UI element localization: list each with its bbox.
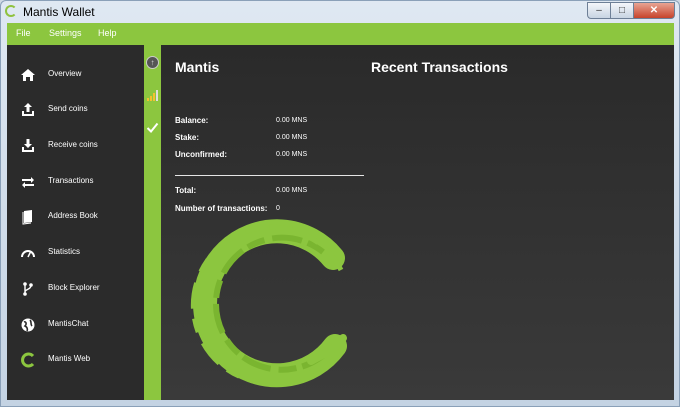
minimize-button[interactable]: – (587, 2, 611, 19)
sync-check-icon[interactable] (146, 121, 159, 134)
mantis-ring-icon (20, 352, 36, 368)
unconfirmed-value: 0.00 MNS (276, 151, 308, 158)
wallet-title: Mantis (175, 59, 220, 75)
sidebar-item-label: Block Explorer (48, 283, 100, 292)
menu-bar: File Settings Help (7, 23, 674, 45)
title-bar[interactable]: Mantis Wallet – □ ✕ (1, 1, 679, 23)
sidebar-item-address-book[interactable]: Address Book (7, 202, 144, 232)
close-button[interactable]: ✕ (633, 2, 675, 19)
app-window: Mantis Wallet – □ ✕ File Settings Help O… (0, 0, 680, 407)
staking-status-icon[interactable]: ↑ (146, 56, 159, 69)
book-icon (20, 209, 36, 225)
menu-file[interactable]: File (16, 28, 31, 38)
connection-signal-icon[interactable] (146, 89, 159, 102)
sidebar-item-block-explorer[interactable]: Block Explorer (7, 274, 144, 304)
maximize-button[interactable]: □ (610, 2, 634, 19)
sidebar: Overview Send coins Receive coins Transa… (7, 45, 144, 400)
balance-label: Balance: (175, 116, 209, 125)
mantis-logo-icon (190, 219, 347, 388)
client-area: File Settings Help Overview Send coins R… (7, 23, 674, 400)
balance-divider (175, 175, 364, 176)
sidebar-item-label: Address Book (48, 211, 98, 220)
menu-help[interactable]: Help (98, 28, 117, 38)
transfer-icon (20, 174, 36, 190)
sidebar-item-label: Receive coins (48, 140, 98, 149)
upload-icon (20, 102, 36, 118)
txcount-value: 0 (276, 205, 280, 212)
unconfirmed-label: Unconfirmed: (175, 150, 227, 159)
stake-value: 0.00 MNS (276, 134, 308, 141)
globe-icon (20, 317, 36, 333)
sidebar-item-label: Mantis Web (48, 354, 91, 363)
sidebar-item-label: Transactions (48, 176, 94, 185)
stake-label: Stake: (175, 133, 200, 142)
download-icon (20, 138, 36, 154)
sidebar-item-statistics[interactable]: Statistics (7, 238, 144, 268)
menu-settings[interactable]: Settings (49, 28, 82, 38)
sidebar-item-label: Send coins (48, 104, 88, 113)
sidebar-item-label: Statistics (48, 247, 81, 256)
sidebar-item-label: MantisChat (48, 319, 89, 328)
sidebar-item-mantischat[interactable]: MantisChat (7, 310, 144, 340)
recent-transactions-title: Recent Transactions (371, 59, 508, 75)
sidebar-item-label: Overview (48, 69, 82, 78)
sidebar-item-mantis-web[interactable]: Mantis Web (7, 345, 144, 375)
app-logo-icon (5, 5, 17, 17)
sidebar-item-overview[interactable]: Overview (7, 60, 144, 90)
total-label: Total: (175, 186, 197, 195)
home-icon (20, 67, 36, 83)
window-title: Mantis Wallet (23, 5, 95, 19)
total-value: 0.00 MNS (276, 187, 308, 194)
sidebar-item-transactions[interactable]: Transactions (7, 167, 144, 197)
window-controls: – □ ✕ (587, 2, 675, 19)
status-strip: ↑ (144, 45, 161, 400)
sidebar-item-send-coins[interactable]: Send coins (7, 95, 144, 125)
branch-icon (20, 281, 36, 297)
balance-value: 0.00 MNS (276, 117, 308, 124)
overview-panel: Mantis Recent Transactions Balance: 0.00… (161, 45, 674, 400)
txcount-label: Number of transactions: (175, 204, 268, 213)
gauge-icon (20, 245, 36, 261)
sidebar-item-receive-coins[interactable]: Receive coins (7, 131, 144, 161)
